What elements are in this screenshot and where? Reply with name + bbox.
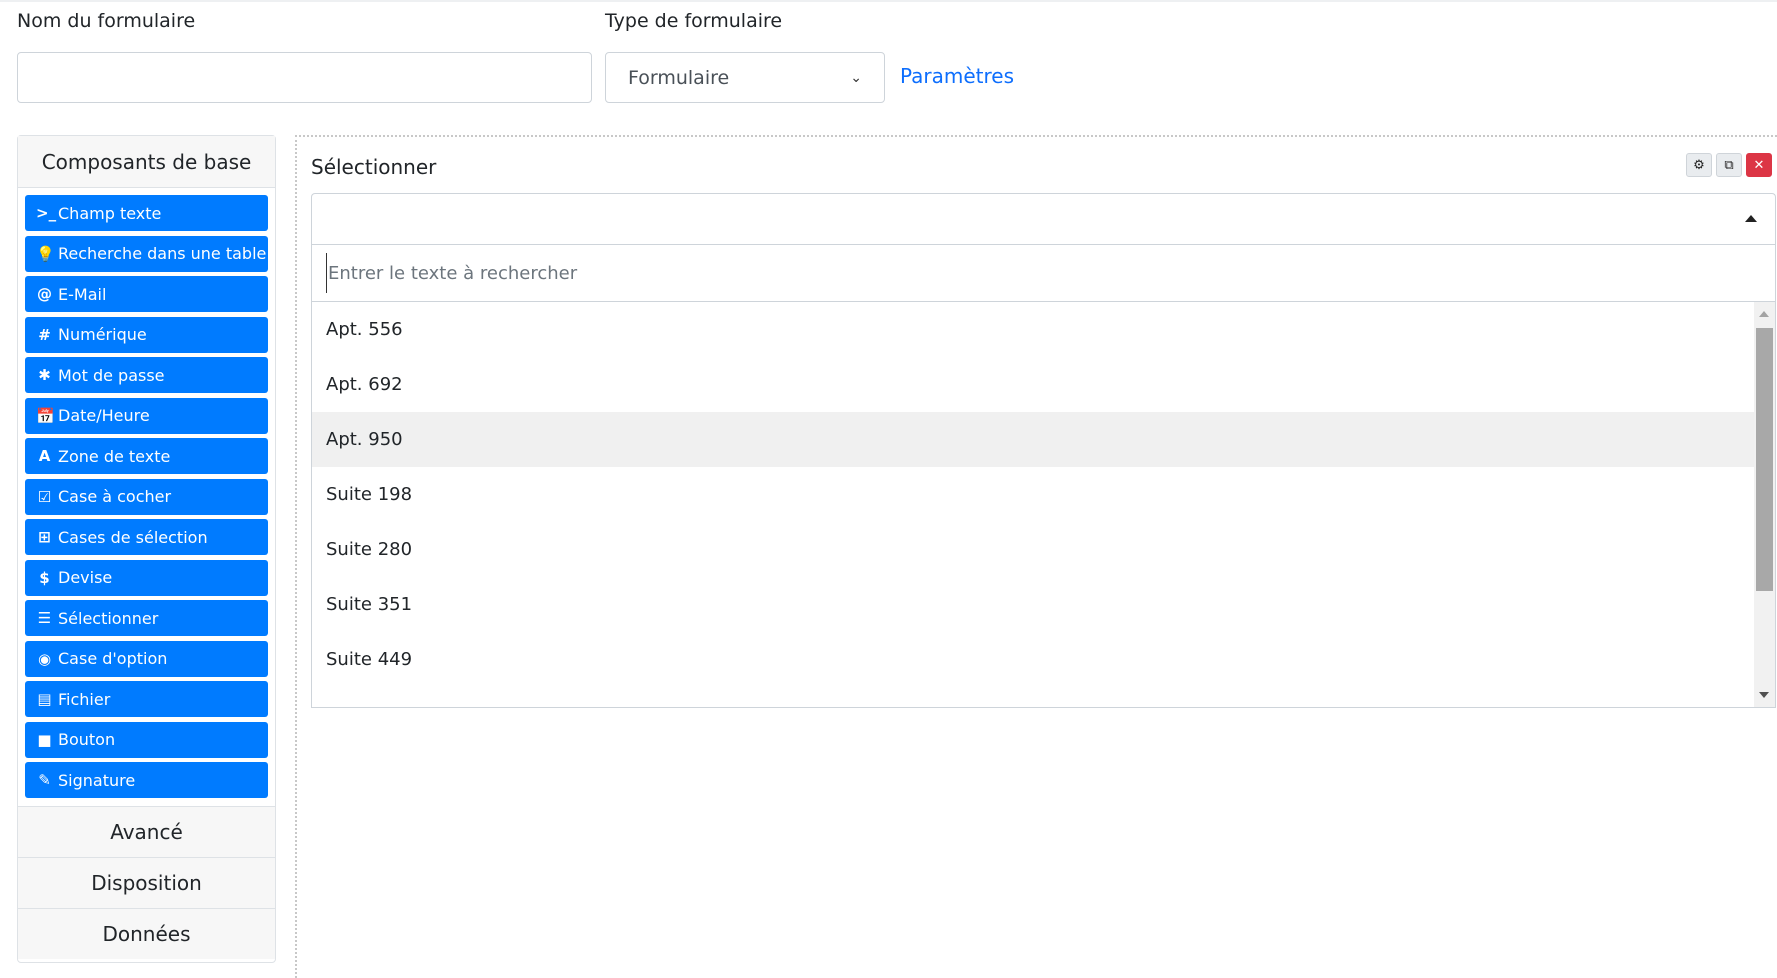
pencil-icon: ✎	[38, 771, 51, 789]
component-label: Cases de sélection	[58, 527, 208, 547]
top-divider	[0, 0, 1777, 2]
sidebar-group-data[interactable]: Données	[18, 907, 275, 959]
dropdown-option[interactable]: Apt. 692	[312, 357, 1755, 412]
terminal-icon: >_	[36, 204, 57, 222]
dropdown-option[interactable]: Suite 198	[312, 467, 1755, 522]
dropdown-option[interactable]: Suite 280	[312, 522, 1755, 577]
component-table-lookup-button[interactable]: 💡 Recherche dans une table	[25, 235, 268, 272]
sidebar-group-basic[interactable]: Composants de base	[18, 136, 275, 188]
component-text-field-button[interactable]: >_ Champ texte	[25, 195, 268, 231]
component-textarea-button[interactable]: A Zone de texte	[25, 438, 268, 474]
component-label: Date/Heure	[58, 406, 150, 425]
component-select-boxes-button[interactable]: ⊞ Cases de sélection	[25, 519, 268, 555]
stop-icon: ■	[37, 730, 52, 749]
at-icon: @	[37, 285, 52, 303]
form-type-value: Formulaire	[628, 66, 730, 89]
chevron-down-icon: ⌄	[850, 69, 862, 86]
component-signature-button[interactable]: ✎ Signature	[25, 762, 268, 798]
component-label: Recherche dans une table	[58, 244, 267, 263]
component-radio-button[interactable]: ◉ Case d'option	[25, 640, 268, 677]
component-toolbar: ⚙ ⧉ ✕	[1686, 153, 1772, 177]
component-label: Mot de passe	[58, 365, 165, 385]
component-select-button[interactable]: ☰ Sélectionner	[25, 600, 268, 636]
sidebar-component-list: >_ Champ texte 💡 Recherche dans une table …	[18, 188, 275, 806]
component-label: Champ texte	[58, 203, 162, 223]
lightbulb-icon: 💡	[36, 244, 55, 263]
component-currency-button[interactable]: $ Devise	[25, 559, 268, 596]
component-label: Bouton	[58, 730, 116, 749]
component-label: Devise	[58, 568, 113, 587]
component-datetime-button[interactable]: 📅 Date/Heure	[25, 397, 268, 434]
dropdown-option[interactable]: Apt. 556	[312, 302, 1755, 357]
dollar-icon: $	[39, 568, 50, 587]
component-file-button[interactable]: ▤ Fichier	[25, 681, 268, 717]
caret-up-icon	[1745, 215, 1757, 222]
dropdown-option[interactable]: Suite 449	[312, 632, 1755, 687]
select-component-label: Sélectionner	[311, 155, 437, 179]
dropdown-search-row	[312, 245, 1775, 302]
dropdown-options-list: Apt. 556 Apt. 692 Apt. 950 Suite 198 Sui…	[312, 302, 1755, 707]
component-label: E-Mail	[58, 284, 107, 304]
dropdown-option[interactable]: Suite 351	[312, 577, 1755, 632]
scroll-down-arrow-icon[interactable]	[1759, 692, 1769, 698]
component-label: Numérique	[58, 325, 147, 344]
scroll-up-arrow-icon[interactable]	[1759, 311, 1769, 317]
component-label: Zone de texte	[58, 446, 171, 466]
hash-icon: #	[38, 325, 51, 344]
list-icon: ☰	[37, 609, 52, 627]
asterisk-icon: ✱	[38, 366, 51, 384]
settings-link[interactable]: Paramètres	[900, 64, 1014, 88]
sidebar-group-layout[interactable]: Disposition	[18, 856, 275, 908]
form-name-label: Nom du formulaire	[17, 10, 196, 32]
component-label: Signature	[58, 770, 136, 790]
form-type-select[interactable]: Formulaire ⌄	[605, 52, 885, 103]
component-label: Case à cocher	[58, 487, 172, 506]
component-label: Fichier	[58, 689, 111, 709]
dot-circle-icon: ◉	[37, 649, 52, 668]
component-email-button[interactable]: @ E-Mail	[25, 276, 268, 312]
component-password-button[interactable]: ✱ Mot de passe	[25, 357, 268, 393]
plus-square-icon: ⊞	[38, 528, 51, 546]
form-type-label: Type de formulaire	[605, 10, 783, 32]
select-dropdown-panel: Apt. 556 Apt. 692 Apt. 950 Suite 198 Sui…	[311, 244, 1776, 708]
close-icon[interactable]: ✕	[1746, 153, 1772, 177]
dropdown-search-input[interactable]	[326, 253, 1775, 293]
dropdown-scrollbar[interactable]	[1754, 302, 1775, 707]
component-label: Case d'option	[58, 649, 168, 668]
font-icon: A	[38, 447, 51, 465]
calendar-icon: 📅	[36, 406, 55, 425]
select-dropdown-toggle[interactable]	[311, 193, 1776, 244]
component-checkbox-button[interactable]: ☑ Case à cocher	[25, 478, 268, 515]
form-name-input[interactable]	[17, 52, 592, 103]
copy-icon[interactable]: ⧉	[1716, 153, 1742, 177]
scrollbar-thumb[interactable]	[1756, 328, 1773, 591]
gear-icon[interactable]: ⚙	[1686, 153, 1712, 177]
component-label: Sélectionner	[58, 608, 159, 628]
sidebar-group-advanced[interactable]: Avancé	[18, 805, 275, 857]
file-icon: ▤	[37, 690, 52, 708]
component-number-button[interactable]: # Numérique	[25, 316, 268, 353]
component-button-button[interactable]: ■ Bouton	[25, 721, 268, 758]
components-sidebar: Composants de base >_ Champ texte 💡 Recher…	[17, 135, 276, 963]
dropdown-option-highlighted[interactable]: Apt. 950	[312, 412, 1755, 467]
check-square-icon: ☑	[37, 487, 52, 506]
